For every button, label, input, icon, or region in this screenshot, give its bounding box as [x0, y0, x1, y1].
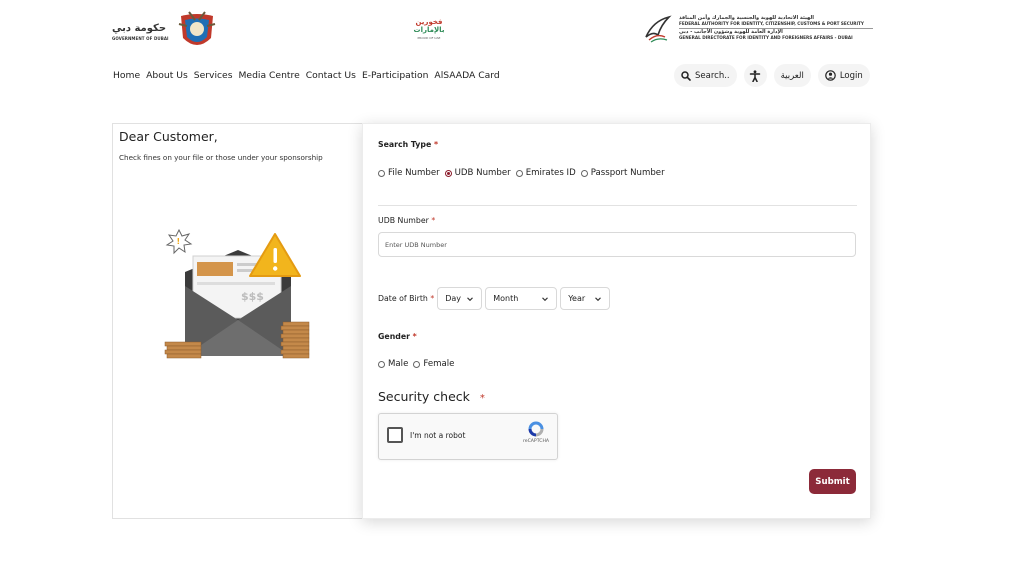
nav-services[interactable]: Services: [194, 70, 233, 81]
recaptcha-widget: I'm not a robot reCAPTCHA: [378, 413, 558, 460]
authority-en-2: GENERAL DIRECTORATE FOR IDENTITY AND FOR…: [679, 35, 853, 40]
udb-label-text: UDB Number: [378, 216, 429, 225]
required-mark: *: [412, 332, 417, 341]
gender-male[interactable]: Male: [378, 359, 408, 369]
nav-e-participation[interactable]: E-Participation: [362, 70, 428, 81]
udb-number-label: UDB Number: [454, 168, 511, 178]
search-type-file-number[interactable]: File Number: [378, 168, 440, 178]
recaptcha-checkbox[interactable]: [387, 427, 403, 443]
radio-male[interactable]: [378, 360, 385, 368]
nav-about-us[interactable]: About Us: [146, 70, 188, 81]
gov-logo-ar: حكومة دبي: [112, 23, 167, 34]
language-toggle[interactable]: العربية: [773, 64, 811, 87]
gov-logo-en: GOVERNMENT OF DUBAI: [112, 36, 169, 41]
file-number-label: File Number: [388, 168, 440, 178]
radio-udb-number[interactable]: [444, 169, 452, 177]
fines-search-form: Search Type * File Number UDB Number Emi…: [362, 123, 871, 519]
gov-logo-text: حكومة دبي GOVERNMENT OF DUBAI: [112, 23, 169, 41]
date-of-birth-row: Date of Birth * Day Month Year: [378, 287, 611, 310]
required-mark: *: [479, 393, 485, 404]
required-mark: *: [433, 140, 439, 149]
search-type-options: File Number UDB Number Emirates ID Passp…: [378, 168, 667, 178]
nav-home[interactable]: Home: [113, 70, 140, 81]
gender-options: Male Female: [378, 359, 456, 369]
recaptcha-icon: [528, 421, 544, 437]
search-label: Search..: [695, 70, 730, 81]
nav-alsaada-card[interactable]: AlSAADA Card: [434, 70, 499, 81]
user-icon: [825, 70, 836, 81]
dob-label-text: Date of Birth: [378, 294, 428, 303]
proud-of-uae-logo: فخورين بالإمارات PROUD OF UAE: [413, 18, 445, 40]
radio-emirates-id[interactable]: [515, 169, 523, 177]
search-type-udb-number[interactable]: UDB Number: [444, 168, 511, 178]
gender-label: Gender *: [378, 332, 417, 341]
emirates-id-label: Emirates ID: [525, 168, 576, 178]
proud-logo-ar-2: بالإمارات: [413, 26, 445, 34]
search-button[interactable]: Search..: [674, 64, 737, 87]
federal-authority-logo[interactable]: الهيئة الاتحادية للهوية والجنسية والجمار…: [643, 13, 873, 43]
search-type-label-text: Search Type: [378, 140, 432, 149]
udb-number-input[interactable]: [378, 232, 856, 257]
dob-year-select[interactable]: Year: [560, 287, 611, 310]
passport-number-label: Passport Number: [590, 168, 665, 178]
gender-label-text: Gender: [378, 332, 410, 341]
udb-number-field-label: UDB Number *: [378, 216, 435, 225]
falcon-icon: [645, 15, 672, 43]
dob-month-value: Month: [493, 294, 519, 303]
radio-passport-number[interactable]: [580, 169, 588, 177]
chevron-down-icon: [467, 296, 474, 301]
accessibility-icon: [749, 69, 761, 82]
recaptcha-logo[interactable]: reCAPTCHA: [523, 420, 549, 444]
female-label: Female: [423, 359, 455, 369]
letter-money-text: $$$: [241, 290, 264, 303]
greeting-title: Dear Customer,: [119, 129, 218, 144]
dob-month-select[interactable]: Month: [485, 287, 558, 310]
radio-file-number[interactable]: [378, 169, 385, 177]
dob-day-value: Day: [445, 294, 462, 303]
submit-button[interactable]: Submit: [809, 469, 856, 494]
radio-female[interactable]: [413, 360, 421, 368]
male-label: Male: [388, 359, 409, 369]
greeting-subtext: Check fines on your file or those under …: [119, 153, 323, 162]
recaptcha-brand: reCAPTCHA: [522, 439, 550, 444]
login-button[interactable]: Login: [817, 64, 870, 87]
proud-logo-en: PROUD OF UAE: [417, 36, 441, 40]
recaptcha-text: I'm not a robot: [410, 431, 466, 440]
dob-year-value: Year: [568, 294, 586, 303]
search-type-label: Search Type *: [378, 140, 438, 149]
authority-text: الهيئة الاتحادية للهوية والجنسية والجمار…: [679, 15, 873, 41]
arabic-label: العربية: [780, 70, 804, 81]
proud-logo-ar-1: فخورين: [415, 18, 443, 26]
main-nav: Home About Us Services Media Centre Cont…: [113, 70, 500, 81]
chevron-down-icon: [595, 296, 602, 301]
nav-media-centre[interactable]: Media Centre: [239, 70, 300, 81]
gender-female[interactable]: Female: [413, 359, 454, 369]
dubai-emblem-icon: [178, 11, 215, 45]
chevron-down-icon: [542, 296, 549, 301]
security-check-title: Security check *: [378, 389, 485, 404]
accessibility-button[interactable]: [743, 64, 767, 87]
search-icon: [681, 70, 691, 81]
dob-label: Date of Birth *: [378, 294, 434, 303]
search-type-passport-number[interactable]: Passport Number: [580, 168, 665, 178]
header-actions: Search.. العربية Login: [674, 64, 870, 87]
search-type-emirates-id[interactable]: Emirates ID: [515, 168, 576, 178]
fines-envelope-illustration: ! $$$: [164, 228, 310, 359]
dob-day-select[interactable]: Day: [437, 287, 483, 310]
required-mark: *: [431, 216, 436, 225]
info-panel: Dear Customer, Check fines on your file …: [112, 123, 364, 519]
required-mark: *: [430, 294, 435, 303]
security-label-text: Security check: [378, 389, 470, 404]
dubai-government-logo[interactable]: حكومة دبي GOVERNMENT OF DUBAI: [112, 10, 219, 54]
svg-text:!: !: [177, 237, 181, 246]
nav-contact-us[interactable]: Contact Us: [306, 70, 356, 81]
authority-en-1: FEDERAL AUTHORITY FOR IDENTITY, CITIZENS…: [679, 21, 864, 26]
section-divider: [378, 205, 857, 206]
login-label: Login: [839, 70, 863, 81]
